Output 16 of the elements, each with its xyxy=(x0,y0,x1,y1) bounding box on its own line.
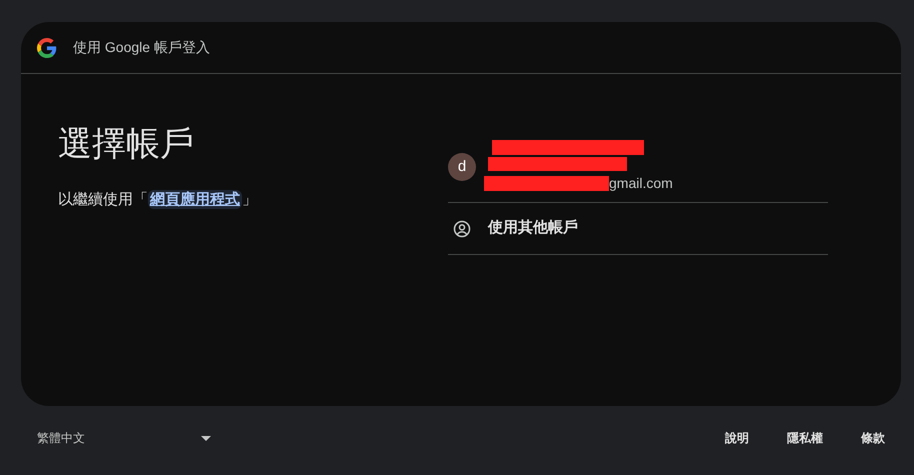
subtitle: 以繼續使用「網頁應用程式」 xyxy=(58,188,258,211)
other-account-item[interactable]: 使用其他帳戶 xyxy=(448,203,828,255)
other-account-label: 使用其他帳戶 xyxy=(488,218,578,238)
footer-link[interactable]: 隱私權 xyxy=(787,429,823,447)
footer-link[interactable]: 說明 xyxy=(725,429,749,447)
avatar: d xyxy=(448,153,476,181)
account-circle-icon xyxy=(452,218,472,238)
account-email: gmail.com xyxy=(609,174,673,193)
language-select[interactable]: 繁體中文 xyxy=(37,429,211,447)
caret-icon xyxy=(201,436,211,440)
footer-link[interactable]: 條款 xyxy=(861,429,885,447)
page-heading: 選擇帳戶 xyxy=(58,124,195,165)
google-logo-icon xyxy=(37,38,57,58)
app-link[interactable]: 網頁應用程式 xyxy=(148,190,242,209)
account-item[interactable]: d gmail.com xyxy=(448,140,828,203)
window-title: 使用 Google 帳戶登入 xyxy=(73,38,210,57)
